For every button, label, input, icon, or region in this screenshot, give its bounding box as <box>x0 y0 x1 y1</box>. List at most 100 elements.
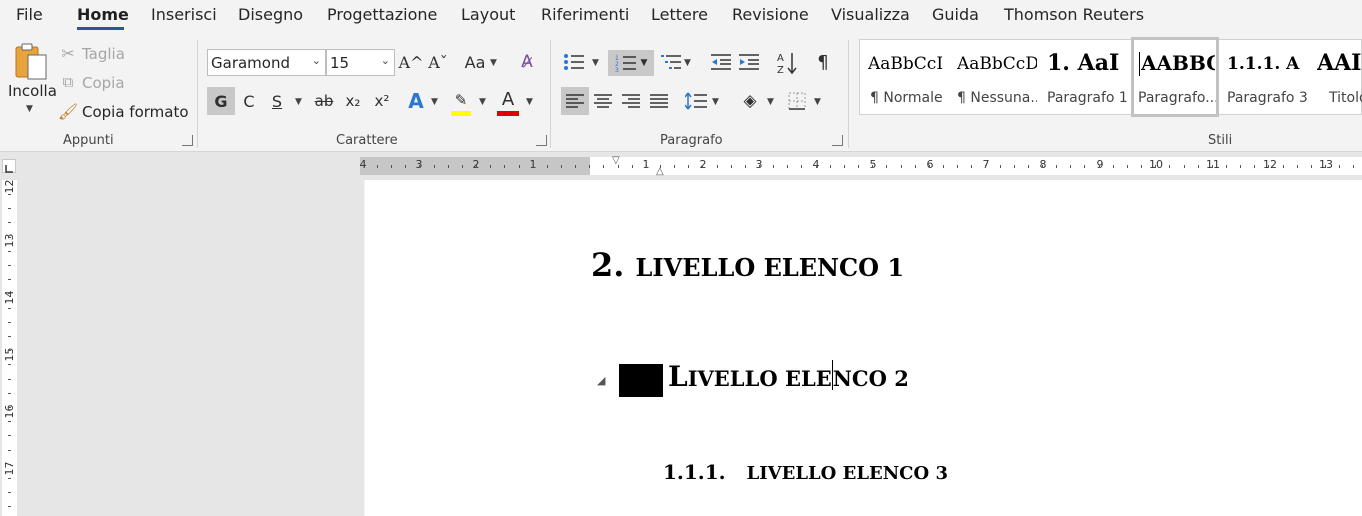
justify-icon[interactable] <box>647 87 671 115</box>
paste-button[interactable]: Incolla <box>8 82 57 100</box>
highlight-dropdown-icon[interactable]: ▼ <box>479 97 486 107</box>
grow-font-icon[interactable]: A^ <box>399 51 424 73</box>
cut-button[interactable]: Taglia <box>82 45 125 63</box>
bullets-icon[interactable] <box>562 51 586 73</box>
bold-button[interactable]: G <box>207 87 235 115</box>
clipboard-launcher-icon[interactable] <box>182 135 193 146</box>
style-normale[interactable]: AaBbCcI ¶ Normale <box>860 40 946 114</box>
text-effects-dropdown-icon[interactable]: ▼ <box>431 97 438 107</box>
ribbon: Incolla ▼ ✂ Taglia ⧉ Copia 🖌 Copia forma… <box>0 34 1362 152</box>
ruler-tick <box>419 165 420 168</box>
increase-indent-icon[interactable] <box>737 51 761 73</box>
ruler-tick <box>8 506 11 507</box>
tab-guida[interactable]: Guida <box>932 5 979 24</box>
borders-dropdown-icon[interactable]: ▼ <box>814 97 821 107</box>
horizontal-ruler[interactable]: 4 3 2 1 1 2 3 4 5 6 7 8 9 10 11 12 13 ▽ … <box>360 155 1362 177</box>
tab-file[interactable]: File <box>16 5 43 24</box>
text-effects-icon[interactable]: A <box>405 87 427 115</box>
sort-icon[interactable]: AZ <box>775 50 799 76</box>
decrease-indent-icon[interactable] <box>709 51 733 73</box>
shading-icon[interactable]: ◈ <box>737 87 763 115</box>
change-case-icon[interactable]: Aa <box>462 51 488 73</box>
numbering-icon[interactable]: 123 ▼ <box>608 50 654 76</box>
superscript-button[interactable]: x² <box>371 87 393 115</box>
ruler-tick <box>1141 165 1142 168</box>
ruler-tick <box>8 251 11 252</box>
font-color-icon[interactable]: A <box>497 87 519 111</box>
style-paragrafo-3[interactable]: 1.1.1. A Paragrafo 3 <box>1222 40 1310 114</box>
tab-riferimenti[interactable]: Riferimenti <box>541 5 629 24</box>
align-left-icon[interactable] <box>561 87 589 115</box>
format-painter-button[interactable]: Copia formato <box>82 103 189 121</box>
vertical-ruler[interactable]: 12 13 14 15 16 17 <box>2 180 17 516</box>
ruler-tick <box>858 165 859 168</box>
borders-icon[interactable] <box>785 87 809 115</box>
paragraph-group-label: Paragrafo <box>660 133 723 148</box>
document-page[interactable]: 2. LIVELLO ELENCO 1 ◢ LIVELLO ELENCO 2 1… <box>365 180 1362 516</box>
font-launcher-icon[interactable] <box>536 135 547 146</box>
tab-progettazione[interactable]: Progettazione <box>327 5 437 24</box>
tab-revisione[interactable]: Revisione <box>732 5 809 24</box>
heading-level-2[interactable]: LIVELLO ELENCO 2 <box>668 360 909 393</box>
underline-button[interactable]: S <box>268 87 286 115</box>
ruler-tick <box>8 237 11 238</box>
paste-icon[interactable] <box>10 40 54 84</box>
tab-selector-icon[interactable] <box>2 159 16 173</box>
copy-icon[interactable]: ⧉ <box>60 73 76 91</box>
heading-level-1[interactable]: 2. LIVELLO ELENCO 1 <box>591 246 904 284</box>
style-titolo[interactable]: AAI Titolo <box>1312 40 1362 114</box>
collapse-heading-icon[interactable]: ◢ <box>597 374 605 387</box>
font-color-dropdown-icon[interactable]: ▼ <box>526 97 533 107</box>
underline-dropdown-icon[interactable]: ▼ <box>295 97 302 107</box>
tab-inserisci[interactable]: Inserisci <box>151 5 217 24</box>
ruler-tick <box>1212 165 1213 168</box>
ruler-tick <box>745 165 746 168</box>
strikethrough-button[interactable]: ab <box>312 87 336 115</box>
tab-lettere[interactable]: Lettere <box>651 5 708 24</box>
ruler-number: 12 <box>1263 158 1277 171</box>
shading-dropdown-icon[interactable]: ▼ <box>767 97 774 107</box>
tab-thomson-reuters[interactable]: Thomson Reuters <box>1004 5 1144 24</box>
style-preview: AaBbCcI <box>868 54 944 74</box>
ruler-tick <box>8 492 11 493</box>
ruler-tick <box>759 165 760 168</box>
align-center-icon[interactable] <box>591 87 615 115</box>
multilevel-list-icon[interactable] <box>659 51 683 73</box>
paste-dropdown-icon[interactable]: ▼ <box>26 104 33 114</box>
cut-icon[interactable]: ✂ <box>60 44 76 63</box>
clear-formatting-icon[interactable]: A̷ <box>515 50 539 74</box>
tab-layout[interactable]: Layout <box>461 5 515 24</box>
ruler-tick <box>943 165 944 168</box>
shrink-font-icon[interactable]: Aˇ <box>428 51 448 73</box>
line-spacing-icon[interactable] <box>683 87 709 115</box>
style-preview: AABBC <box>1141 51 1215 75</box>
copy-button[interactable]: Copia <box>82 74 125 92</box>
font-family-select[interactable]: Garamond ⌄ <box>207 49 326 76</box>
subscript-button[interactable]: x₂ <box>342 87 364 115</box>
align-right-icon[interactable] <box>619 87 643 115</box>
paragraph-launcher-icon[interactable] <box>832 135 843 146</box>
style-paragrafo-2[interactable]: AABBC Paragrafo... <box>1131 37 1219 117</box>
numbering-dropdown-icon[interactable]: ▼ <box>641 58 648 68</box>
bullets-dropdown-icon[interactable]: ▼ <box>592 58 599 68</box>
highlight-icon[interactable]: ✎ <box>450 89 472 111</box>
font-size-select[interactable]: 15 ⌄ <box>326 49 395 76</box>
style-cursor <box>1139 52 1140 76</box>
heading-level-3[interactable]: 1.1.1. LIVELLO ELENCO 3 <box>663 460 948 484</box>
group-divider <box>197 40 198 148</box>
change-case-dropdown-icon[interactable]: ▼ <box>490 58 497 68</box>
ruler-tick <box>618 165 619 168</box>
tab-disegno[interactable]: Disegno <box>238 5 303 24</box>
ruler-tick <box>8 265 11 266</box>
style-nessuna-spaziatura[interactable]: AaBbCcD ¶ Nessuna... <box>948 40 1038 114</box>
ruler-tick <box>8 208 11 209</box>
line-spacing-dropdown-icon[interactable]: ▼ <box>712 97 719 107</box>
style-paragrafo-1[interactable]: 1. AaI Paragrafo 1 <box>1040 40 1128 114</box>
ruler-tick <box>8 435 11 436</box>
tab-home[interactable]: Home <box>77 5 129 24</box>
show-formatting-icon[interactable]: ¶ <box>812 51 834 73</box>
multilevel-dropdown-icon[interactable]: ▼ <box>684 58 691 68</box>
format-painter-icon[interactable]: 🖌 <box>58 101 78 121</box>
tab-visualizza[interactable]: Visualizza <box>831 5 910 24</box>
italic-button[interactable]: C <box>240 87 258 115</box>
